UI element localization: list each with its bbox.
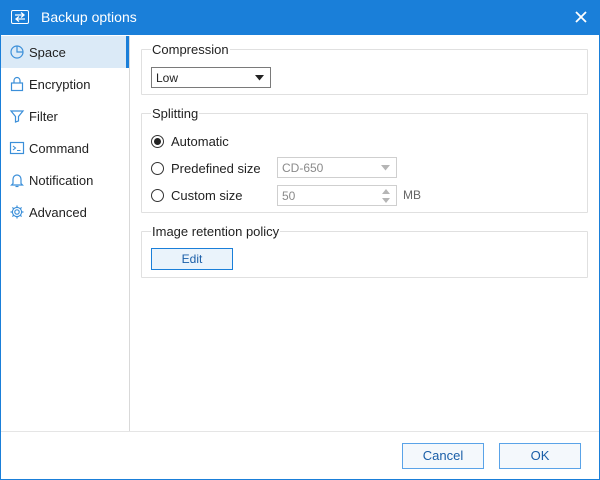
predefined-size-value: CD-650 bbox=[282, 161, 324, 175]
custom-size-label: Custom size bbox=[171, 188, 243, 203]
splitting-title: Splitting bbox=[151, 106, 200, 121]
sidebar-item-space[interactable]: Space bbox=[1, 36, 129, 68]
bell-icon bbox=[10, 174, 24, 188]
predefined-size-label: Predefined size bbox=[171, 161, 261, 176]
sidebar-item-label: Advanced bbox=[29, 205, 87, 220]
sidebar-item-label: Space bbox=[29, 45, 66, 60]
sidebar-item-filter[interactable]: Filter bbox=[1, 100, 129, 132]
custom-size-unit: MB bbox=[403, 188, 421, 202]
sidebar-item-notification[interactable]: Notification bbox=[1, 164, 129, 196]
cancel-button[interactable]: Cancel bbox=[402, 443, 484, 469]
custom-size-radio[interactable] bbox=[151, 189, 164, 202]
footer-divider bbox=[1, 431, 599, 432]
sidebar-item-label: Encryption bbox=[29, 77, 91, 92]
ok-button[interactable]: OK bbox=[499, 443, 581, 469]
compression-select[interactable]: Low bbox=[151, 67, 271, 88]
gear-icon bbox=[10, 205, 24, 219]
close-button[interactable] bbox=[568, 5, 594, 29]
sidebar-item-label: Notification bbox=[29, 173, 94, 188]
automatic-radio[interactable] bbox=[151, 135, 164, 148]
swap-icon bbox=[11, 10, 29, 24]
automatic-label: Automatic bbox=[171, 134, 229, 149]
terminal-icon bbox=[9, 141, 25, 155]
compression-title: Compression bbox=[151, 42, 230, 57]
close-icon bbox=[575, 11, 587, 23]
chevron-down-icon[interactable] bbox=[382, 198, 390, 203]
custom-size-stepper[interactable]: 50 bbox=[277, 185, 397, 206]
sidebar: Space Encryption Filter Command Notifica… bbox=[1, 36, 130, 431]
retention-title: Image retention policy bbox=[151, 224, 281, 239]
filter-icon bbox=[9, 110, 25, 123]
sidebar-item-label: Filter bbox=[29, 109, 58, 124]
predefined-size-radio[interactable] bbox=[151, 162, 164, 175]
compression-value: Low bbox=[156, 71, 179, 85]
predefined-size-select[interactable]: CD-650 bbox=[277, 157, 397, 178]
sidebar-item-encryption[interactable]: Encryption bbox=[1, 68, 129, 100]
lock-icon bbox=[10, 76, 24, 92]
sidebar-item-label: Command bbox=[29, 141, 89, 156]
chevron-down-icon bbox=[381, 165, 390, 171]
custom-size-value: 50 bbox=[282, 189, 296, 203]
sidebar-item-advanced[interactable]: Advanced bbox=[1, 196, 129, 228]
edit-button[interactable]: Edit bbox=[151, 248, 233, 270]
chevron-down-icon bbox=[255, 75, 264, 81]
title-bar: Backup options bbox=[0, 0, 600, 35]
window-title: Backup options bbox=[41, 9, 137, 25]
sidebar-item-command[interactable]: Command bbox=[1, 132, 129, 164]
chevron-up-icon[interactable] bbox=[382, 189, 390, 194]
pie-chart-icon bbox=[10, 45, 24, 59]
